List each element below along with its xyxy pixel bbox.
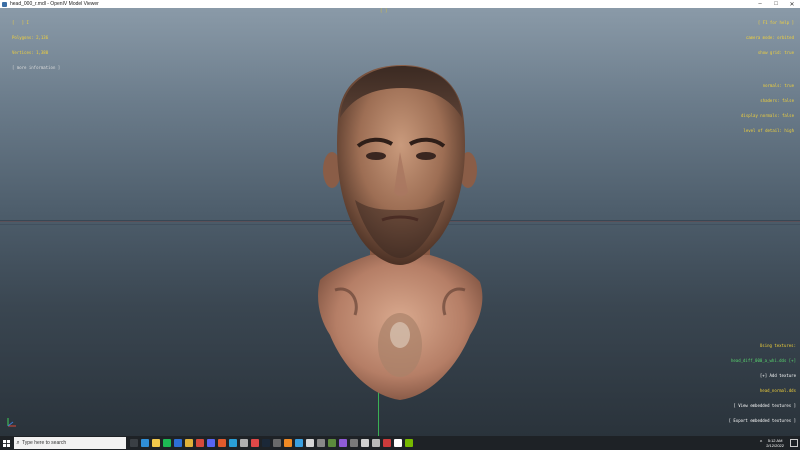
start-button[interactable] [0, 436, 12, 450]
search-icon: ⌕ [16, 439, 20, 446]
pinned-apps [130, 439, 413, 447]
app-icon[interactable] [251, 439, 259, 447]
window-controls: – □ ✕ [752, 0, 800, 8]
discord-icon[interactable] [207, 439, 215, 447]
app-icon[interactable] [306, 439, 314, 447]
clock-date: 2/12/2022 [766, 443, 784, 448]
texture-file-link[interactable]: head_diff_000_a_whi.dds [+] [729, 358, 796, 363]
level-of-detail-toggle[interactable]: level of detail: high [741, 128, 794, 133]
task-view-icon[interactable] [130, 439, 138, 447]
app-icon[interactable] [350, 439, 358, 447]
file-explorer-icon[interactable] [152, 439, 160, 447]
notification-icon[interactable] [790, 439, 798, 447]
app-icon[interactable] [273, 439, 281, 447]
window-title: head_000_r.mdl - OpenIV Model Viewer [10, 1, 99, 7]
app-icon[interactable] [372, 439, 380, 447]
normal-texture-link[interactable]: head_normal.dds [729, 388, 796, 393]
view-embedded-textures-button[interactable]: [ View embedded textures ] [729, 403, 796, 408]
app-icon[interactable] [317, 439, 325, 447]
openiv-app-icon [2, 1, 7, 7]
clock[interactable]: 5:12 AM 2/12/2022 [766, 438, 784, 448]
chrome-icon[interactable] [185, 439, 193, 447]
using-textures-label: Using textures: [759, 343, 796, 348]
texture-panel: Using textures: head_diff_000_a_whi.dds … [729, 333, 796, 433]
show-grid-toggle[interactable]: show grid: true [741, 50, 794, 55]
windows-logo-icon [2, 439, 10, 447]
camera-mode-toggle[interactable]: camera mode: orbited [741, 35, 794, 40]
steam-icon[interactable] [262, 439, 270, 447]
system-tray: ^ 5:12 AM 2/12/2022 [760, 436, 800, 450]
head-model [318, 65, 483, 400]
window-titlebar: head_000_r.mdl - OpenIV Model Viewer – □… [0, 0, 800, 8]
vertex-count: Vertices: 1,380 [12, 50, 49, 55]
help-link[interactable]: [ F1 for help ] [741, 20, 794, 25]
nvidia-icon[interactable] [405, 439, 413, 447]
axis-gizmo-icon [7, 418, 16, 427]
app-icon[interactable] [339, 439, 347, 447]
model-viewport[interactable]: [ ] [ ] I Polygons: 2,136 Vertices: 1,38… [0, 8, 800, 436]
spotify-icon[interactable] [163, 439, 171, 447]
hud-stats: [ ] I Polygons: 2,136 Vertices: 1,380 [ … [12, 10, 60, 80]
media-icon[interactable] [174, 439, 182, 447]
app-icon[interactable] [383, 439, 391, 447]
app-icon[interactable] [361, 439, 369, 447]
windows-taskbar: ⌕ Type here to search ^ 5:12 AM 2/12/202… [0, 436, 800, 450]
tray-overflow-icon[interactable]: ^ [760, 440, 762, 446]
app-icon[interactable] [240, 439, 248, 447]
add-texture-button[interactable]: [+] Add texture [729, 373, 796, 378]
app-icon[interactable] [218, 439, 226, 447]
app-icon[interactable] [284, 439, 292, 447]
search-placeholder: Type here to search [22, 440, 67, 446]
app-icon[interactable] [229, 439, 237, 447]
polygon-count: Polygons: 2,136 [12, 35, 49, 40]
taskbar-search-box[interactable]: ⌕ Type here to search [14, 437, 126, 449]
export-embedded-textures-button[interactable]: [ Export embedded textures ] [729, 418, 796, 423]
app-icon[interactable] [295, 439, 303, 447]
shaders-toggle[interactable]: shaders: false [741, 98, 794, 103]
app-icon[interactable] [394, 439, 402, 447]
close-button[interactable]: ✕ [784, 0, 800, 8]
maximize-button[interactable]: □ [768, 0, 784, 8]
more-information-link[interactable]: [ more information ] [12, 65, 60, 70]
app-icon[interactable] [196, 439, 204, 447]
edge-icon[interactable] [141, 439, 149, 447]
normals-toggle[interactable]: normals: true [741, 83, 794, 88]
minecraft-icon[interactable] [328, 439, 336, 447]
hud-settings: [ F1 for help ] camera mode: orbited sho… [741, 10, 794, 143]
minimize-button[interactable]: – [752, 0, 768, 8]
hud-top-center: [ ] [380, 8, 388, 13]
display-normals-toggle[interactable]: display normals: false [741, 113, 794, 118]
hud-line: [ ] I [12, 20, 29, 25]
